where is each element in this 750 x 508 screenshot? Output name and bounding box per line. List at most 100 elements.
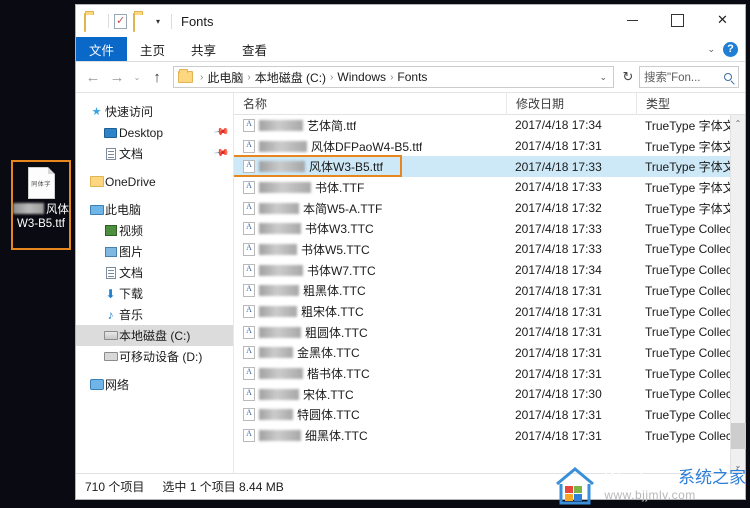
table-row[interactable]: 书体W5.TTC 2017/4/18 17:33 TrueType Collect — [234, 239, 730, 260]
redacted-block — [259, 243, 297, 255]
sidebar-item-network[interactable]: 网络 — [76, 374, 233, 395]
new-folder-icon[interactable] — [133, 12, 149, 32]
properties-icon[interactable] — [114, 13, 127, 29]
font-file-icon — [243, 429, 255, 443]
sidebar-item-label: 可移动设备 (D:) — [119, 350, 203, 364]
cell-date: 2017/4/18 17:31 — [515, 428, 602, 443]
pin-icon[interactable]: 📌 — [212, 145, 229, 161]
sidebar-item-downloads[interactable]: ⬇ 下载 — [76, 283, 233, 304]
status-item-count: 710 个项目 — [85, 480, 145, 494]
folder-icon[interactable] — [84, 12, 100, 32]
sidebar-item-videos[interactable]: 视频 — [76, 220, 233, 241]
vertical-scrollbar[interactable]: ⌃ ⌄ — [730, 115, 746, 473]
column-header-date[interactable]: 修改日期 — [506, 92, 636, 115]
cell-type: TrueType Collect — [645, 304, 730, 319]
redacted-block — [259, 388, 299, 400]
cell-name: 本简W5-A.TTF — [234, 200, 506, 217]
redacted-block — [259, 223, 301, 235]
sidebar-item-desktop[interactable]: Desktop 📌 — [76, 122, 233, 143]
desktop-file-icon[interactable]: 同体字 风体 W3-B5.ttf — [11, 160, 71, 250]
cell-name: 楷书体.TTC — [234, 365, 506, 382]
search-input[interactable]: 搜索"Fon... — [639, 66, 739, 88]
table-row[interactable]: 粗宋体.TTC 2017/4/18 17:31 TrueType Collect — [234, 301, 730, 322]
sidebar-item-label: 文档 — [119, 147, 144, 161]
sidebar-item-documents[interactable]: 文档 — [76, 262, 233, 283]
table-row[interactable]: 粗圆体.TTC 2017/4/18 17:31 TrueType Collect — [234, 322, 730, 343]
sidebar-item-label: 视频 — [119, 224, 144, 238]
sidebar-item-quick-access[interactable]: ★ 快速访问 — [76, 101, 233, 122]
sidebar-item-label: 此电脑 — [105, 203, 142, 217]
close-button[interactable]: ✕ — [700, 5, 745, 35]
breadcrumb-item-fonts[interactable]: Fonts — [397, 70, 427, 84]
forward-button[interactable]: → — [106, 69, 128, 86]
desktop-icon-label-line2: W3-B5.ttf — [17, 218, 65, 230]
sidebar-item-label: 网络 — [105, 378, 130, 392]
cell-name: 金黑体.TTC — [234, 344, 506, 361]
table-row[interactable]: 风体W3-B5.ttf 2017/4/18 17:33 TrueType 字体文 — [234, 156, 730, 178]
sidebar-item-label: 快速访问 — [105, 105, 154, 119]
table-row[interactable]: 书体W3.TTC 2017/4/18 17:33 TrueType Collect — [234, 218, 730, 239]
cell-type: TrueType Collect — [645, 428, 730, 443]
table-row[interactable]: 宋体.TTC 2017/4/18 17:30 TrueType Collect — [234, 384, 730, 405]
help-icon[interactable]: ? — [723, 41, 738, 57]
table-row[interactable]: 书体W7.TTC 2017/4/18 17:34 TrueType Collect — [234, 260, 730, 281]
refresh-icon[interactable]: ↻ — [619, 69, 637, 85]
up-button[interactable]: ↑ — [146, 69, 168, 86]
maximize-button[interactable] — [655, 5, 700, 35]
file-name: 粗黑体.TTC — [303, 284, 366, 299]
sidebar-item-music[interactable]: ♪ 音乐 — [76, 304, 233, 325]
chevron-down-icon[interactable]: ▾ — [156, 17, 160, 26]
sidebar-item-local-disk-c[interactable]: 本地磁盘 (C:) — [76, 325, 233, 346]
sidebar-item-removable-disk-d[interactable]: 可移动设备 (D:) — [76, 346, 233, 367]
scrollbar-thumb[interactable] — [730, 423, 746, 449]
column-header-type[interactable]: 类型 — [636, 92, 745, 115]
sidebar-item-label: 图片 — [119, 245, 144, 259]
cell-type: TrueType 字体文 — [645, 160, 730, 175]
table-row[interactable]: 风体DFPaoW4-B5.ttf 2017/4/18 17:31 TrueType … — [234, 136, 730, 157]
redacted-block — [259, 181, 311, 193]
scrollbar-track[interactable] — [730, 131, 746, 457]
tab-file[interactable]: 文件 — [76, 37, 128, 61]
tab-home[interactable]: 主页 — [127, 37, 178, 61]
watermark: Windows 系统之家 www.bjjmlv.com — [553, 464, 746, 506]
cell-date: 2017/4/18 17:34 — [515, 118, 602, 133]
table-row[interactable]: 本简W5-A.TTF 2017/4/18 17:32 TrueType 字体文 — [234, 198, 730, 219]
table-row[interactable]: 金黑体.TTC 2017/4/18 17:31 TrueType Collect — [234, 343, 730, 364]
table-row[interactable]: 艺体简.ttf 2017/4/18 17:34 TrueType 字体文 — [234, 115, 730, 136]
table-row[interactable]: 粗黑体.TTC 2017/4/18 17:31 TrueType Collect — [234, 281, 730, 302]
minimize-button[interactable] — [610, 5, 655, 35]
breadcrumb-item-local-disk[interactable]: 本地磁盘 (C:) — [255, 69, 326, 86]
pin-icon[interactable]: 📌 — [212, 124, 229, 140]
table-row[interactable]: 书体.TTF 2017/4/18 17:33 TrueType 字体文 — [234, 177, 730, 198]
sidebar-item-label: OneDrive — [105, 174, 156, 189]
sidebar-item-documents-qa[interactable]: 文档 📌 — [76, 143, 233, 164]
chevron-down-icon[interactable]: ⌄ — [599, 72, 609, 83]
column-header-name[interactable]: 名称 — [234, 93, 506, 115]
onedrive-icon — [88, 176, 105, 187]
chevron-down-icon[interactable]: ⌄ — [707, 44, 715, 55]
breadcrumb[interactable]: › 此电脑 › 本地磁盘 (C:) › Windows › Fonts ⌄ — [173, 66, 614, 88]
cell-name: 粗圆体.TTC — [234, 324, 506, 341]
cell-date: 2017/4/18 17:32 — [515, 201, 602, 216]
table-row[interactable]: 楷书体.TTC 2017/4/18 17:31 TrueType Collect — [234, 363, 730, 384]
tab-view[interactable]: 查看 — [229, 37, 280, 61]
font-file-icon — [243, 387, 255, 401]
cell-date: 2017/4/18 17:33 — [515, 221, 602, 236]
cell-type: TrueType 字体文 — [645, 118, 730, 133]
recent-locations-icon[interactable]: ⌄ — [130, 73, 144, 82]
table-row[interactable]: 特圆体.TTC 2017/4/18 17:31 TrueType Collect — [234, 405, 730, 426]
sidebar-item-onedrive[interactable]: OneDrive — [76, 171, 233, 192]
file-name: 书体W7.TTC — [307, 263, 376, 278]
sidebar-item-pictures[interactable]: 图片 — [76, 241, 233, 262]
breadcrumb-item-windows[interactable]: Windows — [337, 70, 386, 84]
breadcrumb-item-this-pc[interactable]: 此电脑 — [207, 69, 243, 86]
font-file-icon — [243, 201, 255, 215]
tab-share[interactable]: 共享 — [178, 37, 229, 61]
scroll-up-icon[interactable]: ⌃ — [735, 115, 742, 131]
watermark-text: Windows 系统之家 www.bjjmlv.com — [604, 469, 746, 501]
back-button[interactable]: ← — [82, 69, 104, 86]
font-file-icon — [243, 118, 255, 132]
sidebar-item-this-pc[interactable]: 此电脑 — [76, 199, 233, 220]
cell-type: TrueType 字体文 — [645, 139, 730, 154]
table-row[interactable]: 细黑体.TTC 2017/4/18 17:31 TrueType Collect — [234, 425, 730, 446]
